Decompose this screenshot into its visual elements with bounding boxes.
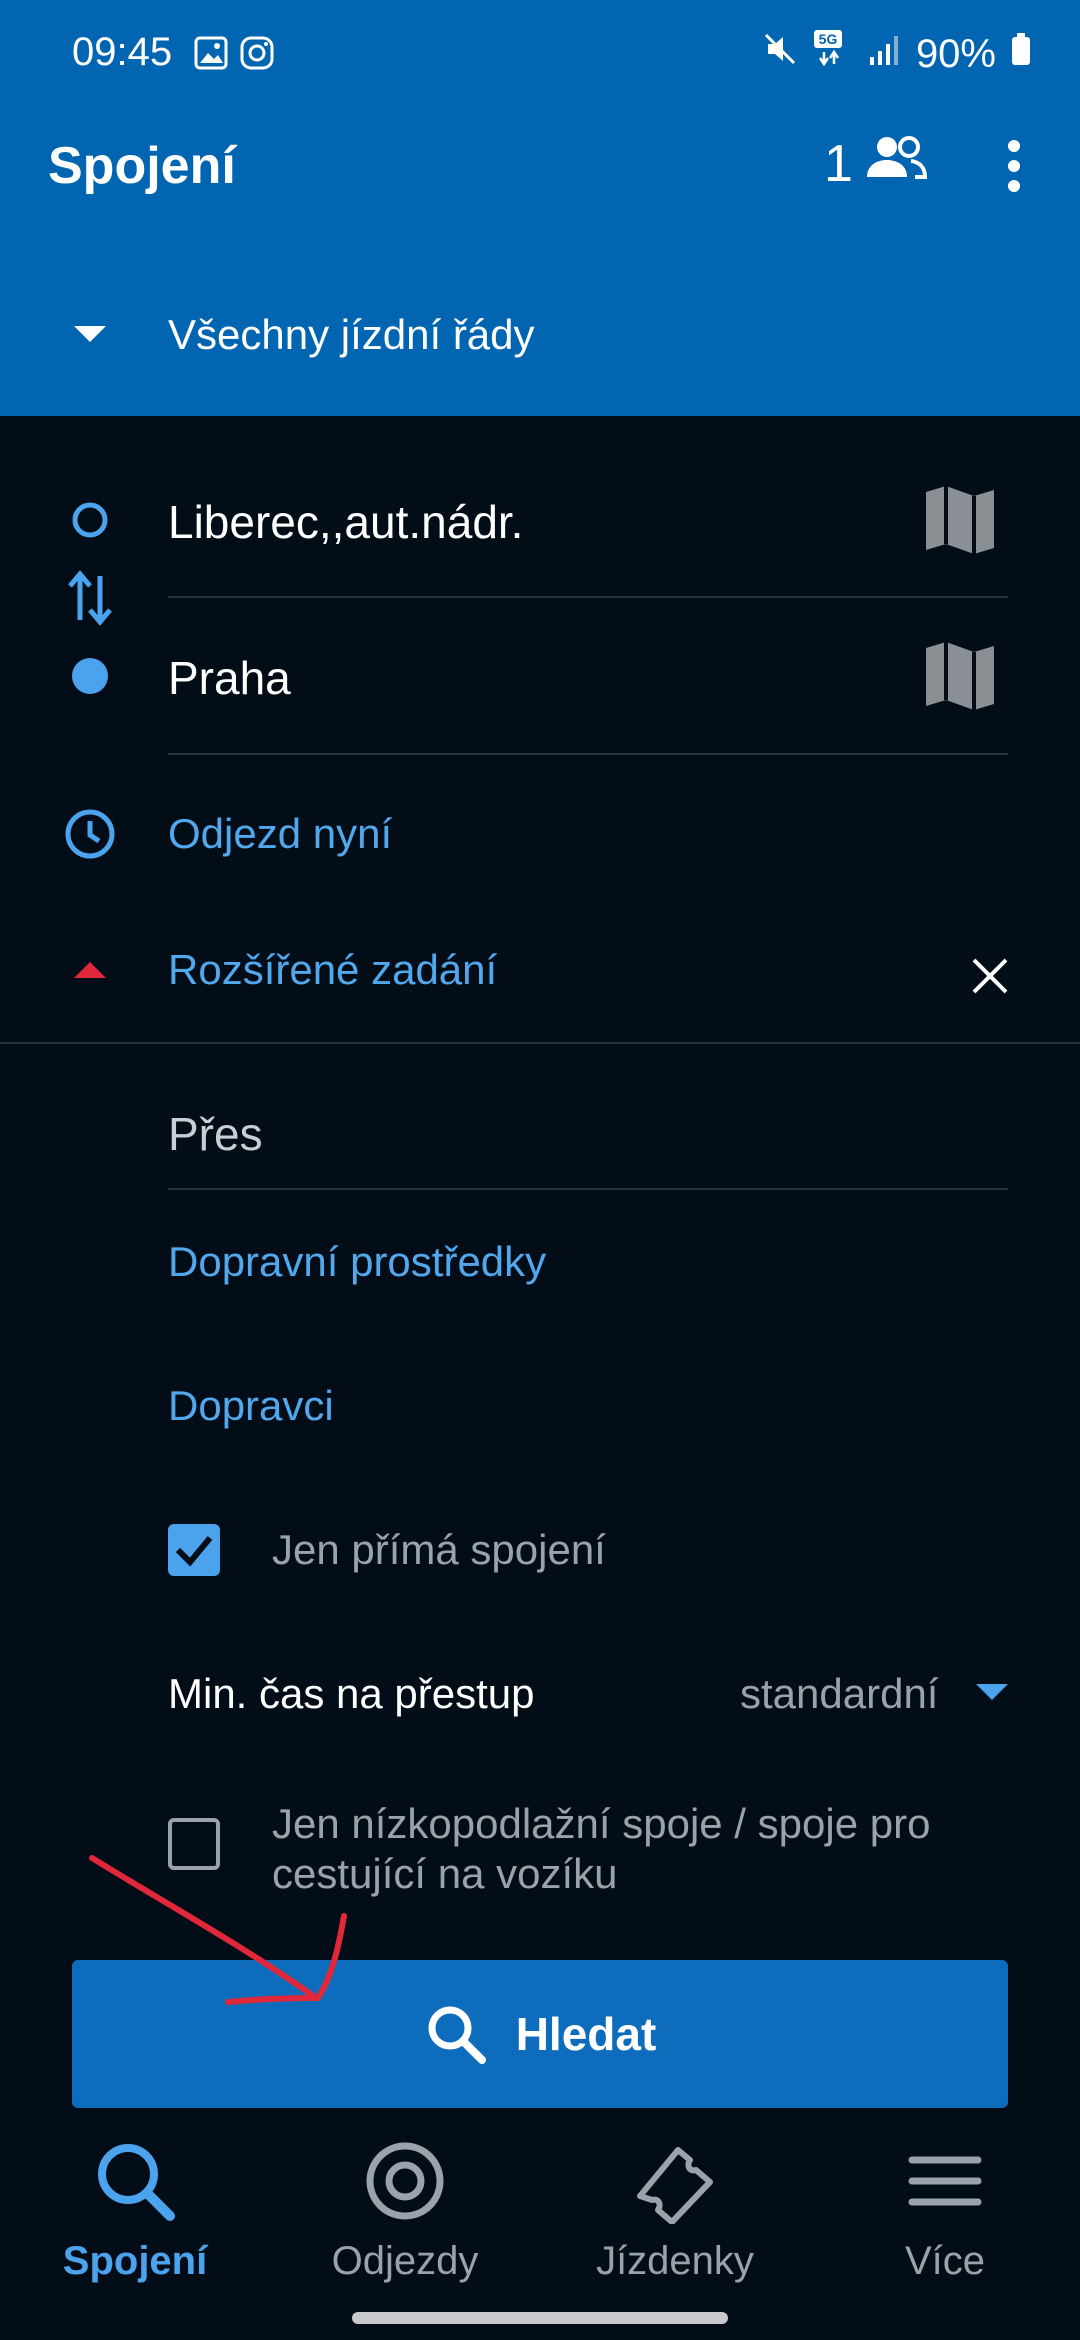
- target-icon: [366, 2142, 444, 2220]
- swap-direction-icon[interactable]: [66, 568, 114, 633]
- search-icon: [428, 2006, 486, 2064]
- close-icon[interactable]: [970, 956, 1010, 1001]
- chevron-down-icon[interactable]: [976, 1684, 1008, 1707]
- destination-input[interactable]: Praha: [168, 648, 291, 708]
- nav-item-vice[interactable]: Více: [810, 2138, 1080, 2287]
- people-icon: [863, 132, 929, 196]
- divider: [168, 753, 1008, 755]
- home-indicator[interactable]: [352, 2312, 728, 2324]
- battery-icon: [1010, 30, 1032, 78]
- timetable-selector[interactable]: [0, 290, 1080, 380]
- signal-icon: [866, 30, 902, 78]
- battery-level: 90%: [915, 31, 996, 76]
- direct-only-checkbox[interactable]: [168, 1524, 220, 1576]
- ticket-icon: [637, 2147, 713, 2225]
- nav-item-odjezdy[interactable]: Odjezdy: [270, 2138, 540, 2287]
- origin-dot-icon: [70, 500, 110, 545]
- origin-map-icon[interactable]: [920, 480, 1000, 560]
- network-5g-icon: 5G: [812, 28, 852, 79]
- passenger-count: 1: [824, 135, 853, 193]
- menu-icon: [908, 2156, 982, 2206]
- nav-label-spojeni: Spojení: [62, 2239, 208, 2283]
- nav-label-vice: Více: [904, 2239, 986, 2283]
- nav-item-spojeni[interactable]: Spojení: [0, 2138, 270, 2287]
- min-transfer-label: Min. čas na přestup: [168, 1670, 535, 1717]
- advanced-search-toggle[interactable]: Rozšířené zadání: [168, 940, 497, 1000]
- annotation-arrow: [89, 1855, 347, 2005]
- page-title: Spojení: [48, 137, 236, 195]
- more-options-icon[interactable]: [996, 136, 1032, 196]
- destination-map-icon[interactable]: [920, 636, 1000, 716]
- via-input[interactable]: Přes: [168, 1104, 263, 1164]
- transport-modes-link[interactable]: Dopravní prostředky: [168, 1232, 546, 1292]
- carriers-link[interactable]: Dopravci: [168, 1376, 334, 1436]
- nav-item-jizdenky[interactable]: Jízdenky: [540, 2138, 810, 2287]
- timetable-label: Všechny jízdní řády: [168, 311, 535, 358]
- dropdown-arrow-icon: [74, 326, 106, 349]
- direct-only-label: Jen přímá spojení: [272, 1526, 606, 1573]
- collapse-arrow-icon[interactable]: [74, 962, 106, 985]
- gallery-notification-icon: [194, 36, 228, 75]
- status-time: 09:45: [72, 30, 173, 74]
- mute-icon: [762, 30, 798, 78]
- status-indicators: 5G 90%: [762, 28, 1032, 79]
- divider: [0, 1042, 1080, 1044]
- min-transfer-select[interactable]: standardní: [740, 1666, 938, 1722]
- search-button-label: Hledat: [515, 2008, 657, 2060]
- destination-dot-icon: [70, 656, 110, 701]
- departure-time-selector[interactable]: Odjezd nyní: [168, 804, 392, 864]
- svg-text:5G: 5G: [819, 31, 838, 47]
- divider: [168, 1188, 1008, 1190]
- check-icon: [175, 1536, 213, 1567]
- clock-icon: [64, 808, 116, 865]
- nav-label-odjezdy: Odjezdy: [331, 2239, 479, 2283]
- nav-label-jizdenky: Jízdenky: [596, 2239, 754, 2283]
- search-icon: [98, 2144, 175, 2221]
- passengers-button[interactable]: 1: [824, 132, 929, 196]
- instagram-notification-icon: [240, 36, 274, 75]
- divider: [168, 596, 1008, 598]
- origin-input[interactable]: Liberec,,aut.nádr.: [168, 492, 523, 552]
